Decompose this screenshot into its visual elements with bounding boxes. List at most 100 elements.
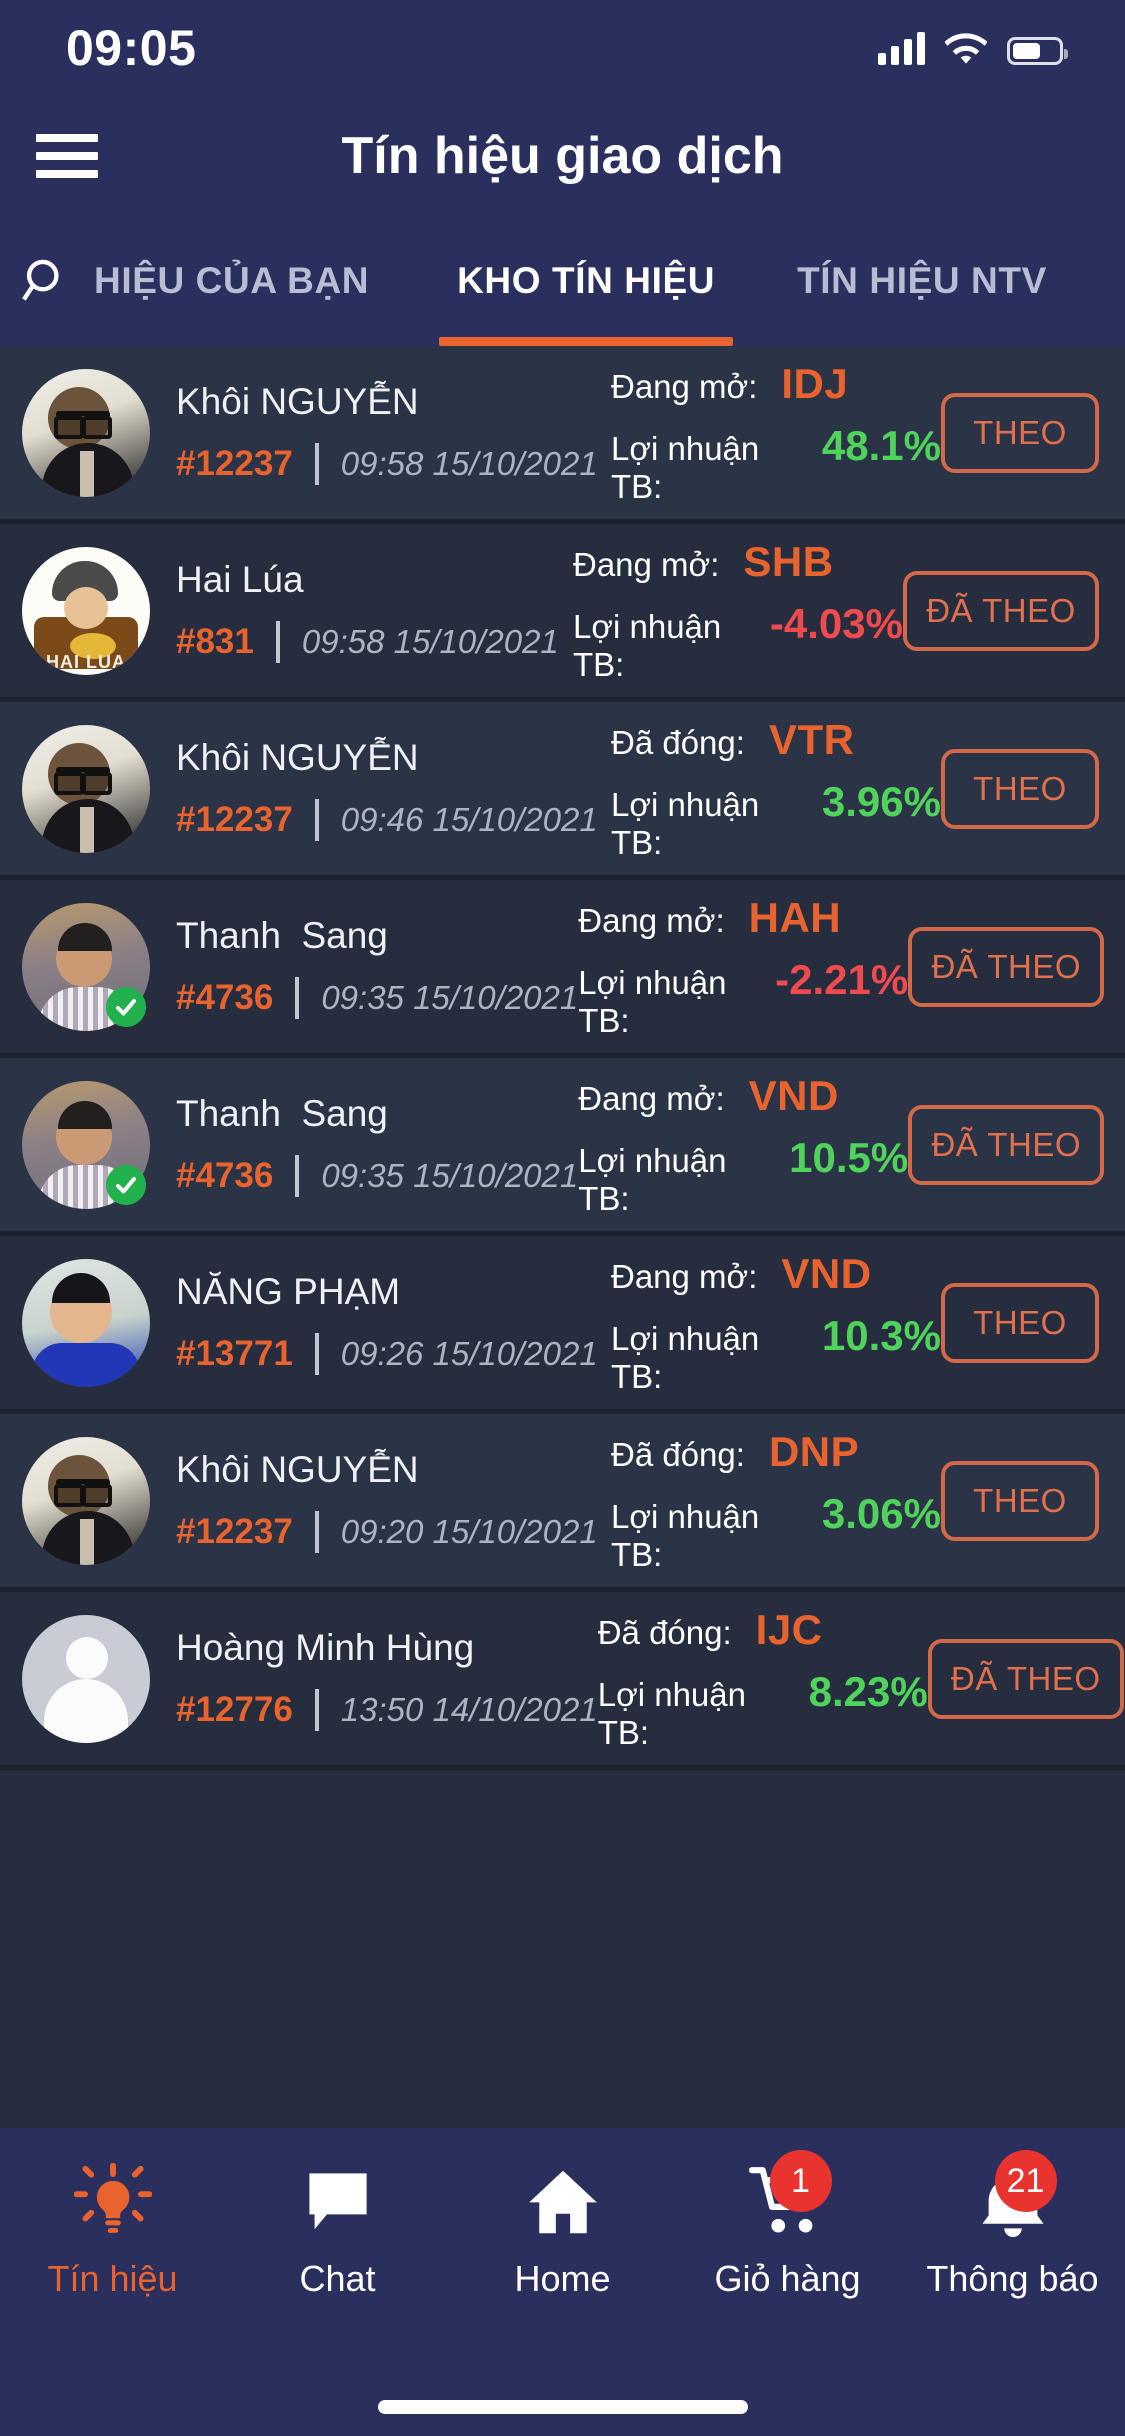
trader-info: Hai Lúa #831 09:58 15/10/2021 (150, 559, 573, 663)
table-row[interactable]: Khôi NGUYỄN #12237 09:58 15/10/2021 Đang… (0, 346, 1125, 524)
profit-label: Lợi nhuận TB: (611, 1319, 760, 1395)
follow-button[interactable]: THEO (941, 1460, 1099, 1541)
profit-value: 10.5% (789, 1133, 909, 1181)
signal-status-label: Đã đóng: (611, 723, 745, 761)
avatar[interactable] (22, 1080, 150, 1209)
divider (295, 1154, 300, 1197)
signal-list[interactable]: Khôi NGUYỄN #12237 09:58 15/10/2021 Đang… (0, 346, 1125, 2128)
signal-details: Đã đóng: IJC Lợi nhuận TB: 8.23% (598, 1606, 928, 1752)
follow-button[interactable]: THEO (941, 1282, 1099, 1363)
bottom-nav-item-gio-hang[interactable]: 1 Giỏ hàng (675, 2150, 900, 2300)
signal-status-label: Đang mở: (573, 545, 720, 583)
trader-info: Hoàng Minh Hùng #12776 13:50 14/10/2021 (150, 1627, 598, 1731)
profit-label: Lợi nhuận TB: (611, 1497, 760, 1573)
trader-name: Hoàng Minh Hùng (176, 1626, 475, 1668)
bottom-nav-item-thong-bao[interactable]: 21 Thông báo (900, 2150, 1125, 2300)
profit-value: -4.03% (769, 599, 903, 647)
page-title: Tín hiệu giao dịch (341, 127, 784, 185)
profit-label: Lợi nhuận TB: (597, 1675, 746, 1751)
profit-value: 48.1% (821, 421, 941, 469)
avatar[interactable] (22, 724, 150, 853)
table-row[interactable]: Khôi NGUYỄN #12237 09:46 15/10/2021 Đã đ… (0, 702, 1125, 880)
trader-meta: #12237 09:46 15/10/2021 (176, 798, 611, 841)
avatar[interactable] (22, 368, 150, 497)
signal-timestamp: 09:20 15/10/2021 (340, 1512, 598, 1550)
trader-meta: #4736 09:35 15/10/2021 (176, 1154, 579, 1197)
trader-id: #12237 (176, 443, 293, 483)
bottom-nav-label: Tín hiệu (47, 2258, 178, 2299)
trader-id: #4736 (176, 1155, 274, 1195)
signal-timestamp: 09:26 15/10/2021 (340, 1334, 598, 1372)
divider (295, 976, 300, 1019)
table-row[interactable]: NĂNG PHẠM #13771 09:26 15/10/2021 Đang m… (0, 1236, 1125, 1414)
search-icon[interactable] (0, 255, 78, 307)
avatar[interactable] (22, 1614, 150, 1743)
avatar[interactable]: HAI LUA (22, 546, 150, 675)
follow-button[interactable]: ĐÃ THEO (927, 1638, 1124, 1719)
trader-info: Khôi NGUYỄN #12237 09:20 15/10/2021 (150, 1449, 611, 1553)
status-bar-time: 09:05 (66, 20, 197, 76)
signal-details: Đang mở: IDJ Lợi nhuận TB: 48.1% (611, 360, 941, 506)
signal-details: Đang mở: SHB Lợi nhuận TB: -4.03% (573, 538, 903, 684)
signal-ticker: HAH (748, 893, 842, 941)
bottom-nav-label: Chat (299, 2258, 376, 2299)
trader-name: Hai Lúa (176, 558, 304, 600)
avatar[interactable] (22, 1258, 150, 1387)
signal-ticker: SHB (743, 537, 834, 585)
follow-button[interactable]: ĐÃ THEO (903, 570, 1099, 651)
divider (314, 1510, 319, 1553)
follow-button[interactable]: ĐÃ THEO (908, 1104, 1105, 1185)
avatar[interactable] (22, 902, 150, 1031)
tab-kho-tin-hieu[interactable]: KHO TÍN HIỆU (439, 216, 734, 346)
table-row[interactable]: HAI LUA Hai Lúa #831 09:58 15/10/2021 Đa… (0, 524, 1125, 702)
status-bar-icons (878, 31, 1068, 65)
hamburger-menu-icon[interactable] (36, 134, 98, 178)
status-bar: 09:05 (0, 0, 1125, 96)
signal-ticker: VTR (768, 715, 855, 763)
profit-label: Lợi nhuận TB: (611, 785, 760, 861)
table-row[interactable]: Khôi NGUYỄN #12237 09:20 15/10/2021 Đã đ… (0, 1414, 1125, 1592)
table-row[interactable]: Thanh Sang #4736 09:35 15/10/2021 Đang m… (0, 1058, 1125, 1236)
trader-id: #12776 (176, 1689, 293, 1729)
tab-hieu-cua-ban[interactable]: HIỆU CỦA BẠN (84, 216, 379, 346)
verified-badge-icon (106, 986, 146, 1027)
trader-info: Khôi NGUYỄN #12237 09:46 15/10/2021 (150, 737, 611, 841)
profit-value: 10.3% (821, 1311, 941, 1359)
follow-button[interactable]: THEO (941, 392, 1099, 473)
avatar[interactable] (22, 1436, 150, 1565)
home-indicator[interactable] (377, 2400, 748, 2414)
trader-info: Thanh Sang #4736 09:35 15/10/2021 (150, 1093, 578, 1197)
signal-timestamp: 09:58 15/10/2021 (301, 622, 559, 660)
tab-tin-hieu-ntv[interactable]: TÍN HIỆU NTV (787, 216, 1057, 346)
bottom-nav-item-chat[interactable]: Chat (225, 2156, 450, 2300)
trader-id: #12237 (176, 1511, 293, 1551)
signal-status-label: Đang mở: (578, 1079, 725, 1117)
trader-name: Khôi NGUYỄN (176, 380, 419, 422)
trader-meta: #4736 09:35 15/10/2021 (176, 976, 578, 1019)
signal-status-label: Đã đóng: (611, 1435, 745, 1473)
profit-label: Lợi nhuận TB: (611, 429, 760, 505)
profit-value: -2.21% (775, 955, 909, 1003)
trader-id: #13771 (176, 1333, 293, 1373)
table-row[interactable]: Thanh Sang #4736 09:35 15/10/2021 Đang m… (0, 880, 1125, 1058)
trader-name: Thanh Sang (176, 914, 388, 956)
trader-meta: #831 09:58 15/10/2021 (176, 620, 573, 663)
signal-ticker: IJC (755, 1605, 823, 1653)
bottom-nav-item-home[interactable]: Home (450, 2156, 675, 2300)
trader-meta: #13771 09:26 15/10/2021 (176, 1332, 611, 1375)
divider (314, 1688, 319, 1731)
trader-name: NĂNG PHẠM (176, 1270, 401, 1312)
signal-status-label: Đang mở: (578, 901, 725, 939)
bottom-navigation-bar: Tín hiệu Chat Home 1 Giỏ hàng 21 Thông b… (0, 2128, 1125, 2436)
follow-button[interactable]: ĐÃ THEO (908, 926, 1105, 1007)
table-row[interactable]: Hoàng Minh Hùng #12776 13:50 14/10/2021 … (0, 1592, 1125, 1770)
signal-timestamp: 09:35 15/10/2021 (321, 1156, 579, 1194)
follow-button[interactable]: THEO (941, 748, 1099, 829)
cart-badge: 1 (769, 2150, 832, 2212)
bottom-nav-item-tin-hieu[interactable]: Tín hiệu (0, 2156, 225, 2300)
bottom-nav-label: Home (514, 2258, 611, 2299)
trader-info: Khôi NGUYỄN #12237 09:58 15/10/2021 (150, 381, 611, 485)
trader-meta: #12776 13:50 14/10/2021 (176, 1688, 598, 1731)
signal-timestamp: 13:50 14/10/2021 (340, 1690, 598, 1728)
trader-name: Khôi NGUYỄN (176, 736, 419, 778)
